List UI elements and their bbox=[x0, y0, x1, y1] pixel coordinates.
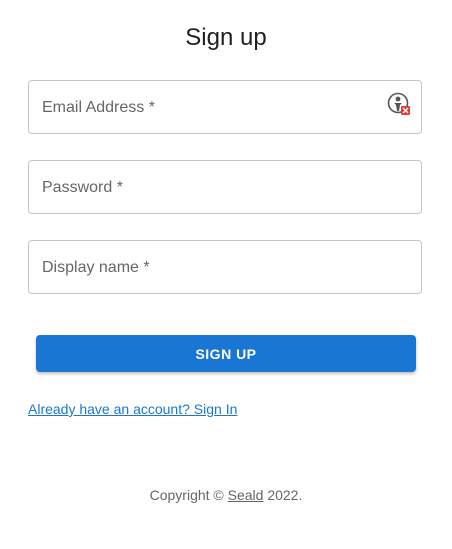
password-field[interactable]: Password * bbox=[28, 160, 422, 214]
display-name-field[interactable]: Display name * bbox=[28, 240, 422, 294]
display-name-input[interactable] bbox=[29, 241, 421, 293]
copyright-footer: Copyright © Seald 2022. bbox=[0, 486, 452, 504]
copyright-suffix: 2022. bbox=[263, 487, 303, 503]
password-input[interactable] bbox=[29, 161, 421, 213]
seald-link[interactable]: Seald bbox=[228, 487, 264, 503]
page-title: Sign up bbox=[185, 24, 267, 51]
password-manager-icon[interactable] bbox=[387, 92, 411, 116]
copyright-prefix: Copyright © bbox=[149, 487, 228, 503]
email-input[interactable] bbox=[29, 81, 421, 133]
signup-button[interactable]: SIGN UP bbox=[36, 335, 416, 372]
email-field[interactable]: Email Address * bbox=[28, 80, 422, 134]
signup-page: Sign up Email Address * Password * Displ… bbox=[0, 0, 452, 549]
signin-link[interactable]: Already have an account? Sign In bbox=[28, 400, 237, 418]
